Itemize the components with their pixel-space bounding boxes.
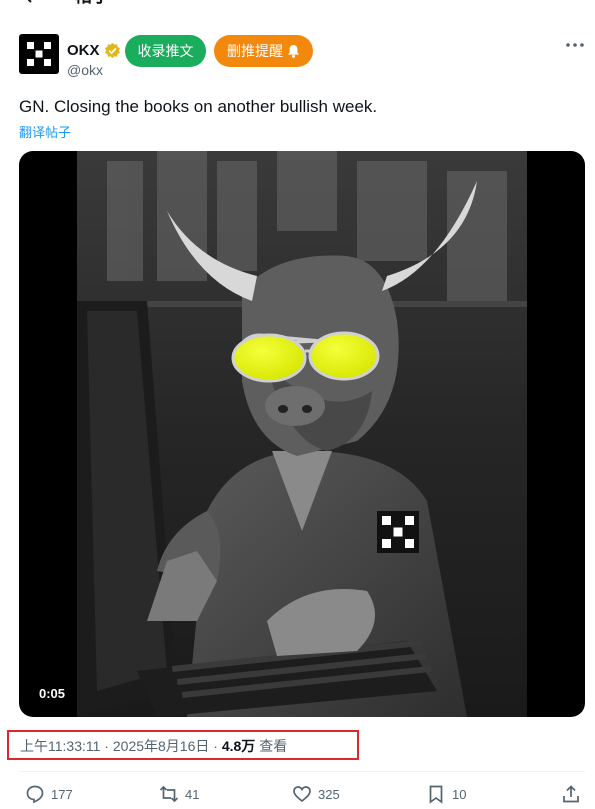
- video-timecode: 0:05: [39, 686, 66, 701]
- like-button[interactable]: 325: [292, 784, 340, 804]
- page-title: 帖子: [74, 0, 110, 6]
- video-frame-image: [77, 151, 527, 717]
- bookmark-icon: [429, 785, 443, 804]
- collect-tweet-label: 收录推文: [137, 43, 194, 59]
- like-count: 325: [318, 786, 340, 802]
- post-time[interactable]: 上午11:33:11: [20, 738, 100, 754]
- view-count: 4.8万: [221, 738, 256, 754]
- video-player[interactable]: 0:05: [19, 151, 585, 717]
- top-bar: 帖子: [0, 0, 595, 8]
- retweet-icon: [159, 785, 179, 803]
- reply-icon: [26, 785, 44, 804]
- post-date[interactable]: 2025年8月16日: [113, 738, 210, 754]
- bookmark-count: 10: [452, 786, 467, 802]
- share-icon: [563, 785, 579, 803]
- author-handle[interactable]: @okx: [67, 62, 103, 78]
- more-options-icon[interactable]: [565, 42, 585, 48]
- reply-button[interactable]: 177: [25, 784, 73, 804]
- action-bar: 177 41 325 10: [0, 784, 595, 809]
- bookmark-button[interactable]: 10: [426, 784, 466, 804]
- tweet-metadata: 上午11:33:11 · 2025年8月16日 · 4.8万 查看: [20, 738, 288, 754]
- retweet-button[interactable]: 41: [159, 784, 199, 804]
- okx-logo-icon: [27, 42, 51, 66]
- heart-icon: [293, 786, 311, 803]
- verified-badge-icon: [104, 42, 120, 58]
- translate-post-link[interactable]: 翻译帖子: [19, 122, 71, 141]
- bell-icon: [288, 45, 299, 58]
- reply-count: 177: [51, 786, 73, 802]
- collect-tweet-button[interactable]: 收录推文: [125, 35, 206, 67]
- delete-alert-label: 删推提醒: [227, 43, 283, 59]
- back-arrow-icon[interactable]: [22, 0, 42, 6]
- tweet-text: GN. Closing the books on another bullish…: [19, 97, 378, 116]
- avatar[interactable]: [19, 34, 59, 74]
- share-button[interactable]: [561, 784, 581, 804]
- divider: [19, 771, 585, 772]
- author-name[interactable]: OKX: [67, 42, 100, 59]
- retweet-count: 41: [185, 786, 200, 802]
- delete-alert-button[interactable]: 删推提醒: [214, 35, 313, 67]
- view-label: 查看: [259, 738, 288, 754]
- author-name-row: OKX: [67, 40, 121, 60]
